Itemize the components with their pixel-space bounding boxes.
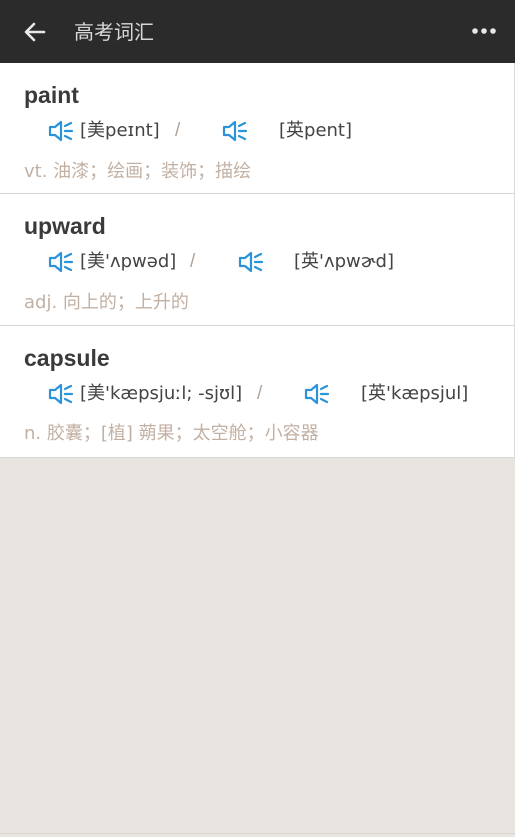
uk-phonetic: [英'kæpsjul] xyxy=(361,383,469,404)
app-header: 高考词汇 xyxy=(0,0,515,63)
phonetic-row: [美'ʌpwəd] / [英'ʌpwɚd] xyxy=(0,248,514,276)
us-pronounce-button[interactable] xyxy=(48,382,74,406)
uk-phonetic: [英pent] xyxy=(279,120,353,141)
speaker-icon xyxy=(48,383,74,405)
speaker-icon xyxy=(304,383,330,405)
us-pronounce-button[interactable] xyxy=(48,119,74,143)
word-meaning: vt. 油漆；绘画；装饰；描绘 xyxy=(24,161,252,182)
word-card[interactable]: upward [美'ʌpwəd] / [英'ʌpwɚd] adj. 向上的；上升… xyxy=(0,194,514,326)
phonetic-separator: / xyxy=(175,120,181,141)
speaker-icon xyxy=(48,251,74,273)
word-card[interactable]: capsule [美'kæpsjuːl; -sjʊl] / [英'kæpsjul… xyxy=(0,326,514,458)
us-phonetic: [美peɪnt] xyxy=(80,120,160,141)
more-options-button[interactable] xyxy=(468,19,500,43)
word-text: capsule xyxy=(24,345,110,371)
us-phonetic: [美'kæpsjuːl; -sjʊl] xyxy=(80,383,243,404)
uk-pronounce-button[interactable] xyxy=(304,382,330,406)
bottom-divider xyxy=(0,833,515,834)
word-card[interactable]: paint [美peɪnt] / [英pent] vt. 油漆；绘画；装饰；描绘 xyxy=(0,63,514,194)
phonetic-separator: / xyxy=(257,383,263,404)
word-meaning: adj. 向上的；上升的 xyxy=(24,292,189,313)
phonetic-row: [美peɪnt] / [英pent] xyxy=(0,117,514,145)
arrow-left-icon xyxy=(24,22,46,42)
speaker-icon xyxy=(238,251,264,273)
more-horizontal-icon xyxy=(472,28,496,34)
word-meaning: n. 胶囊；[植] 蒴果；太空舱；小容器 xyxy=(24,423,319,444)
us-pronounce-button[interactable] xyxy=(48,250,74,274)
word-list: paint [美peɪnt] / [英pent] vt. 油漆；绘画；装饰；描绘… xyxy=(0,63,515,458)
phonetic-row: [美'kæpsjuːl; -sjʊl] / [英'kæpsjul] xyxy=(0,380,514,408)
us-phonetic: [美'ʌpwəd] xyxy=(80,251,177,272)
speaker-icon xyxy=(222,120,248,142)
uk-pronounce-button[interactable] xyxy=(222,119,248,143)
word-text: paint xyxy=(24,82,79,108)
uk-phonetic: [英'ʌpwɚd] xyxy=(294,251,394,272)
page-title: 高考词汇 xyxy=(74,20,154,44)
uk-pronounce-button[interactable] xyxy=(238,250,264,274)
phonetic-separator: / xyxy=(190,251,196,272)
speaker-icon xyxy=(48,120,74,142)
word-text: upward xyxy=(24,213,106,239)
back-button[interactable] xyxy=(22,19,48,45)
